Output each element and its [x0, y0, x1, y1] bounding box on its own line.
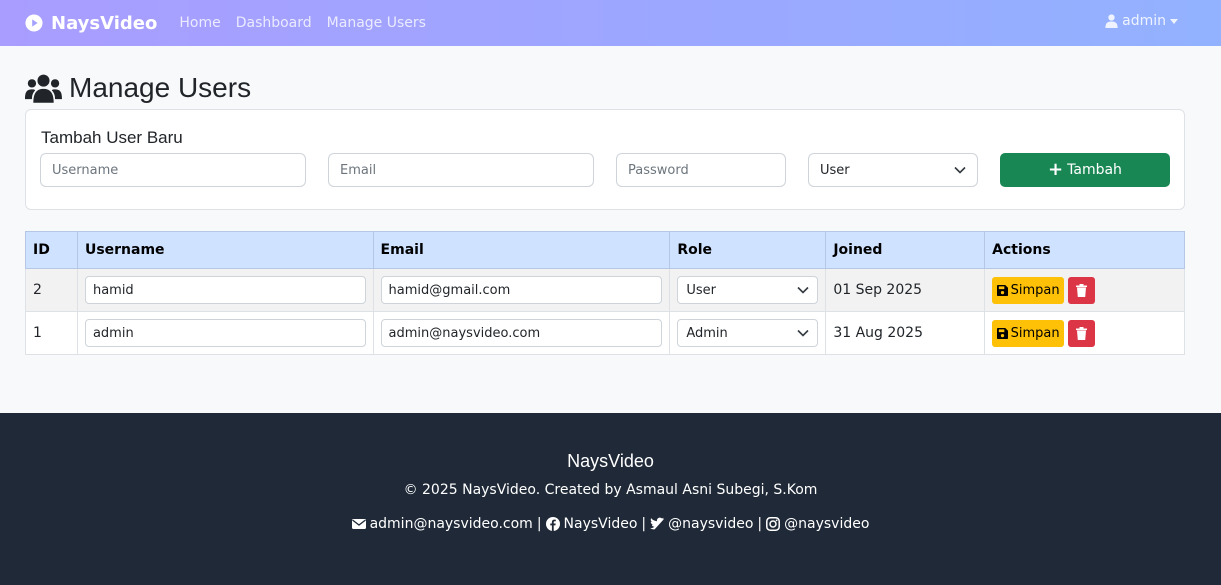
row-email-input[interactable]: hamid@gmail.com	[380, 276, 663, 304]
chevron-down-icon	[797, 329, 809, 337]
row-username-input[interactable]: admin	[84, 319, 366, 347]
password-input[interactable]	[616, 153, 786, 187]
delete-button[interactable]	[1068, 276, 1096, 304]
footer-facebook-text: NaysVideo	[563, 516, 638, 532]
footer-twitter-link[interactable]: @naysvideo	[650, 516, 753, 532]
row-role-select[interactable]: User	[677, 276, 819, 304]
footer-separator: |	[536, 516, 542, 532]
chevron-down-icon	[954, 166, 966, 174]
add-user-button-label: Tambah	[1067, 162, 1122, 178]
brand-name: NaysVideo	[51, 12, 158, 34]
user-dropdown[interactable]: admin	[1105, 13, 1178, 29]
nav-link-dashboard[interactable]: Dashboard	[236, 15, 312, 31]
row-joined: 01 Sep 2025	[825, 268, 986, 312]
footer-instagram-link[interactable]: @naysvideo	[766, 516, 869, 532]
header-id: ID	[25, 231, 78, 269]
envelope-icon	[351, 519, 366, 529]
footer-separator: |	[641, 516, 647, 532]
nav-link-manage-users[interactable]: Manage Users	[327, 15, 426, 31]
role-select[interactable]: User	[808, 153, 978, 187]
header-role: Role	[669, 231, 827, 269]
header-joined: Joined	[825, 231, 986, 269]
add-user-title: Tambah User Baru	[41, 128, 183, 147]
nav-link-home[interactable]: Home	[179, 15, 220, 31]
row-id: 1	[25, 311, 78, 355]
page-title-text: Manage Users	[69, 72, 252, 103]
users-table: ID Username Email Role Joined Actions 2 …	[25, 231, 1185, 355]
user-name: admin	[1122, 13, 1166, 29]
footer-brand: NaysVideo	[567, 451, 654, 471]
users-icon	[25, 74, 62, 103]
footer-instagram-text: @naysvideo	[784, 516, 870, 532]
save-button-label: Simpan	[1010, 325, 1060, 341]
twitter-icon	[650, 517, 665, 530]
row-email-input[interactable]: admin@naysvideo.com	[380, 319, 663, 347]
table-row: 2 hamid hamid@gmail.com User 01 Sep 2025…	[25, 268, 1185, 312]
footer-separator: |	[757, 516, 763, 532]
footer-facebook-link[interactable]: NaysVideo	[545, 516, 638, 532]
username-input[interactable]	[40, 153, 306, 187]
table-header-row: ID Username Email Role Joined Actions	[25, 231, 1185, 269]
trash-icon	[1076, 283, 1088, 297]
footer-twitter-text: @naysvideo	[668, 516, 754, 532]
row-joined: 31 Aug 2025	[825, 311, 986, 355]
play-circle-icon	[25, 14, 43, 32]
save-button[interactable]: Simpan	[992, 276, 1065, 304]
table-row: 1 admin admin@naysvideo.com Admin 31 Aug…	[25, 311, 1185, 355]
footer-email-link[interactable]: admin@naysvideo.com	[351, 516, 533, 532]
facebook-icon	[545, 517, 560, 531]
save-button[interactable]: Simpan	[992, 319, 1065, 347]
footer-links: admin@naysvideo.com | NaysVideo | @naysv…	[0, 516, 1221, 532]
chevron-down-icon	[797, 286, 809, 294]
row-id: 2	[25, 268, 78, 312]
header-actions: Actions	[984, 231, 1185, 269]
header-username: Username	[76, 231, 374, 269]
row-role-value: User	[686, 282, 716, 298]
row-role-value: Admin	[686, 325, 728, 341]
role-select-value: User	[820, 162, 850, 178]
user-icon	[1105, 14, 1118, 28]
header-email: Email	[372, 231, 671, 269]
add-user-card: Tambah User Baru User + Tambah	[25, 109, 1185, 210]
footer-email-text: admin@naysvideo.com	[369, 516, 533, 532]
floppy-disk-icon	[996, 327, 1008, 339]
caret-down-icon	[1170, 18, 1178, 24]
add-user-button[interactable]: + Tambah	[1000, 153, 1170, 187]
footer-copyright: © 2025 NaysVideo. Created by Asmaul Asni…	[403, 482, 818, 498]
navbar: NaysVideo Home Dashboard Manage Users ad…	[0, 0, 1221, 46]
footer: NaysVideo © 2025 NaysVideo. Created by A…	[0, 413, 1221, 585]
delete-button[interactable]	[1068, 319, 1096, 347]
trash-icon	[1076, 326, 1088, 340]
row-username-input[interactable]: hamid	[84, 276, 366, 304]
save-button-label: Simpan	[1010, 282, 1060, 298]
instagram-icon	[766, 517, 781, 531]
floppy-disk-icon	[996, 284, 1008, 296]
row-role-select[interactable]: Admin	[677, 319, 819, 347]
plus-icon: +	[1048, 159, 1064, 180]
email-input[interactable]	[328, 153, 594, 187]
brand-link[interactable]: NaysVideo	[25, 13, 157, 34]
page-title: Manage Users	[25, 70, 251, 106]
